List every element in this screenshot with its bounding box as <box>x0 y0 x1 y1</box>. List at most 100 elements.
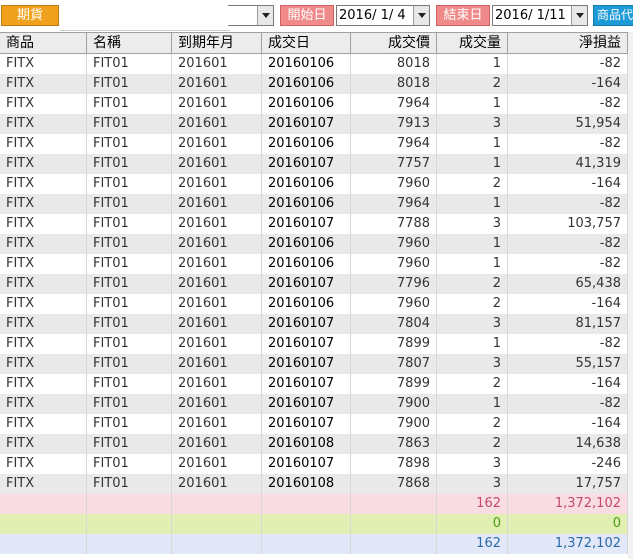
end-date-value: 2016/ 1/11 <box>495 8 566 23</box>
cell-name: FIT01 <box>87 354 172 374</box>
summary-volume: 0 <box>437 514 508 534</box>
column-header-price[interactable]: 成交價 <box>351 33 437 53</box>
cell-pnl: 14,638 <box>508 434 628 454</box>
table-row[interactable]: FITX FIT01 201601 20160107 7900 1 -82 <box>0 394 633 414</box>
cell-pnl: 51,954 <box>508 114 628 134</box>
cell-price: 7796 <box>351 274 437 294</box>
table-row[interactable]: FITX FIT01 201601 20160106 7964 1 -82 <box>0 194 633 214</box>
cell-pnl: 65,438 <box>508 274 628 294</box>
cell-name: FIT01 <box>87 54 172 74</box>
cell-expiry: 201601 <box>172 414 262 434</box>
table-row[interactable]: FITX FIT01 201601 20160108 7863 2 14,638 <box>0 434 633 454</box>
cell-expiry: 201601 <box>172 394 262 414</box>
cell-product: FITX <box>0 154 87 174</box>
cell-price: 7964 <box>351 134 437 154</box>
product-search-input[interactable] <box>60 7 230 31</box>
cell-expiry: 201601 <box>172 114 262 134</box>
table-row[interactable]: FITX FIT01 201601 20160108 7868 3 17,757 <box>0 474 633 494</box>
table-row[interactable]: FITX FIT01 201601 20160106 7960 2 -164 <box>0 174 633 194</box>
product-dropdown[interactable] <box>228 5 274 26</box>
futures-button[interactable]: 期貨 <box>1 5 59 26</box>
trade-table: 商品 名稱 到期年月 成交日 成交價 成交量 淨損益 FITX FIT01 2016… <box>0 32 633 554</box>
cell-price: 7964 <box>351 194 437 214</box>
table-row[interactable]: FITX FIT01 201601 20160107 7899 1 -82 <box>0 334 633 354</box>
summary-empty-cell <box>87 534 172 554</box>
cell-volume: 3 <box>437 114 508 134</box>
cell-name: FIT01 <box>87 254 172 274</box>
table-row[interactable]: FITX FIT01 201601 20160106 7960 1 -82 <box>0 254 633 274</box>
cell-trade-date: 20160107 <box>262 414 351 434</box>
cell-volume: 3 <box>437 314 508 334</box>
column-header-product[interactable]: 商品 <box>0 33 87 53</box>
cell-expiry: 201601 <box>172 334 262 354</box>
cell-name: FIT01 <box>87 394 172 414</box>
cell-name: FIT01 <box>87 294 172 314</box>
cell-expiry: 201601 <box>172 194 262 214</box>
summary-empty-cell <box>0 534 87 554</box>
table-row[interactable]: FITX FIT01 201601 20160106 8018 1 -82 <box>0 54 633 74</box>
table-row[interactable]: FITX FIT01 201601 20160106 7964 1 -82 <box>0 94 633 114</box>
cell-name: FIT01 <box>87 474 172 494</box>
start-date-value: 2016/ 1/ 4 <box>339 8 406 23</box>
cell-trade-date: 20160107 <box>262 314 351 334</box>
cell-pnl: 81,157 <box>508 314 628 334</box>
cell-expiry: 201601 <box>172 354 262 374</box>
column-header-volume[interactable]: 成交量 <box>437 33 508 53</box>
cell-pnl: 41,319 <box>508 154 628 174</box>
chevron-down-icon[interactable] <box>413 6 429 25</box>
cell-pnl: -82 <box>508 134 628 154</box>
cell-expiry: 201601 <box>172 454 262 474</box>
cell-trade-date: 20160106 <box>262 174 351 194</box>
table-row[interactable]: FITX FIT01 201601 20160107 7804 3 81,157 <box>0 314 633 334</box>
table-row[interactable]: FITX FIT01 201601 20160107 7899 2 -164 <box>0 374 633 394</box>
cell-expiry: 201601 <box>172 74 262 94</box>
cell-name: FIT01 <box>87 134 172 154</box>
table-row[interactable]: FITX FIT01 201601 20160106 7960 1 -82 <box>0 234 633 254</box>
cell-price: 7913 <box>351 114 437 134</box>
cell-name: FIT01 <box>87 374 172 394</box>
cell-product: FITX <box>0 434 87 454</box>
end-date-picker[interactable]: 2016/ 1/11 <box>492 5 588 26</box>
column-header-expiry[interactable]: 到期年月 <box>172 33 262 53</box>
start-date-picker[interactable]: 2016/ 1/ 4 <box>336 5 430 26</box>
chevron-down-icon[interactable] <box>257 6 273 25</box>
table-row[interactable]: FITX FIT01 201601 20160107 7913 3 51,954 <box>0 114 633 134</box>
summary-empty-cell <box>262 534 351 554</box>
vertical-scrollbar[interactable] <box>628 32 633 559</box>
table-row[interactable]: FITX FIT01 201601 20160107 7796 2 65,438 <box>0 274 633 294</box>
chevron-down-icon[interactable] <box>571 6 587 25</box>
column-header-name[interactable]: 名稱 <box>87 33 172 53</box>
cell-trade-date: 20160106 <box>262 254 351 274</box>
summary-empty-cell <box>172 514 262 534</box>
table-row[interactable]: FITX FIT01 201601 20160107 7900 2 -164 <box>0 414 633 434</box>
table-row[interactable]: FITX FIT01 201601 20160106 7960 2 -164 <box>0 294 633 314</box>
cell-expiry: 201601 <box>172 154 262 174</box>
cell-trade-date: 20160107 <box>262 454 351 474</box>
cell-trade-date: 20160108 <box>262 434 351 454</box>
summary-row: 00 <box>0 514 633 534</box>
summary-empty-cell <box>351 514 437 534</box>
summary-empty-cell <box>0 514 87 534</box>
toolbar: 期貨 開始日 2016/ 1/ 4 結束日 2016/ 1/11 商品代 <box>0 0 633 31</box>
table-row[interactable]: FITX FIT01 201601 20160107 7757 1 41,319 <box>0 154 633 174</box>
cell-volume: 1 <box>437 254 508 274</box>
column-header-trade-date[interactable]: 成交日 <box>262 33 351 53</box>
table-row[interactable]: FITX FIT01 201601 20160107 7788 3 103,757 <box>0 214 633 234</box>
column-header-pnl[interactable]: 淨損益 <box>508 33 628 53</box>
cell-pnl: -82 <box>508 394 628 414</box>
cell-trade-date: 20160106 <box>262 134 351 154</box>
cell-product: FITX <box>0 314 87 334</box>
table-row[interactable]: FITX FIT01 201601 20160107 7898 3 -246 <box>0 454 633 474</box>
summary-empty-cell <box>351 534 437 554</box>
cell-product: FITX <box>0 94 87 114</box>
table-row[interactable]: FITX FIT01 201601 20160106 7964 1 -82 <box>0 134 633 154</box>
table-row[interactable]: FITX FIT01 201601 20160107 7807 3 55,157 <box>0 354 633 374</box>
cell-product: FITX <box>0 214 87 234</box>
product-code-button[interactable]: 商品代 <box>593 5 633 26</box>
cell-product: FITX <box>0 354 87 374</box>
cell-pnl: -82 <box>508 54 628 74</box>
table-row[interactable]: FITX FIT01 201601 20160106 8018 2 -164 <box>0 74 633 94</box>
cell-price: 7964 <box>351 94 437 114</box>
cell-volume: 1 <box>437 54 508 74</box>
table-header: 商品 名稱 到期年月 成交日 成交價 成交量 淨損益 <box>0 32 633 54</box>
